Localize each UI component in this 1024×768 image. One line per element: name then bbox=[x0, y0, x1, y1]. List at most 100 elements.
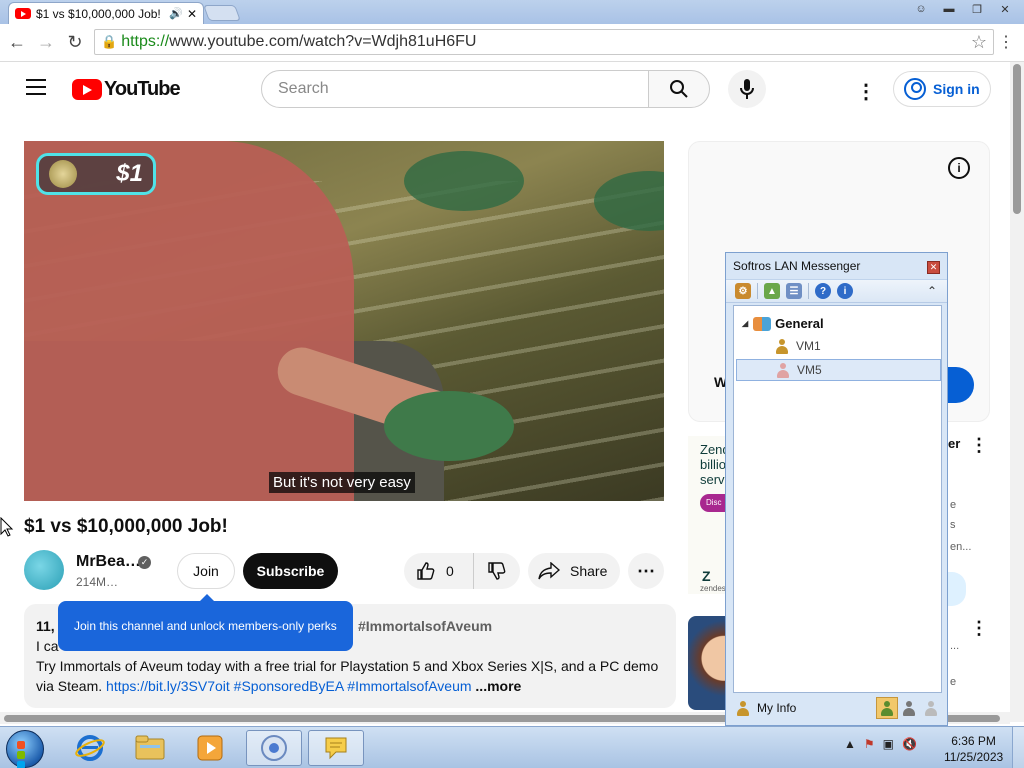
speaker-icon[interactable]: 🔊 bbox=[169, 7, 183, 20]
mouse-cursor-icon bbox=[0, 517, 14, 537]
video-player[interactable]: $1 But it's not very easy bbox=[24, 141, 664, 501]
like-count: 0 bbox=[446, 563, 454, 579]
sign-in-label: Sign in bbox=[933, 81, 980, 97]
clock-date: 11/25/2023 bbox=[944, 750, 1004, 764]
reload-button[interactable]: ↻ bbox=[64, 31, 86, 53]
sidebar-faint-text: en... bbox=[950, 541, 972, 553]
tray-expand-icon[interactable]: ▲ bbox=[844, 737, 856, 751]
settings-kebab-icon[interactable]: ⋮ bbox=[856, 79, 876, 104]
back-button[interactable]: ← bbox=[6, 31, 28, 53]
close-window-button[interactable]: ✕ bbox=[992, 0, 1018, 18]
browser-tab[interactable]: $1 vs $10,000,000 Job! 🔊 ✕ bbox=[8, 2, 204, 24]
more-actions-button[interactable]: ⋯ bbox=[628, 553, 664, 589]
my-info-button[interactable]: My Info bbox=[733, 700, 876, 716]
video-caption: But it's not very easy bbox=[269, 472, 415, 493]
video-frame-gold-pan bbox=[384, 391, 514, 461]
contact-group[interactable]: ◢ General bbox=[742, 316, 824, 331]
info-icon[interactable]: i bbox=[948, 157, 970, 179]
new-tab-button[interactable] bbox=[203, 5, 241, 21]
toolbar-divider bbox=[808, 283, 809, 299]
clock-time: 6:36 PM bbox=[951, 734, 996, 748]
status-offline-button[interactable] bbox=[920, 697, 942, 719]
sidebar-kebab-icon[interactable]: ⋮ bbox=[970, 435, 988, 456]
lan-messenger-title: Softros LAN Messenger bbox=[733, 259, 861, 273]
like-button[interactable]: 0 bbox=[404, 553, 474, 589]
chrome-menu-icon[interactable]: ⋮ bbox=[998, 32, 1014, 52]
media-player-icon[interactable] bbox=[182, 730, 238, 766]
like-dislike-group: 0 bbox=[404, 553, 520, 589]
subscribe-button[interactable]: Subscribe bbox=[243, 553, 338, 589]
settings-gear-icon[interactable]: ⚙ bbox=[735, 283, 751, 299]
lan-messenger-taskbar-icon[interactable] bbox=[308, 730, 364, 766]
network-icon[interactable]: ▣ bbox=[883, 737, 894, 751]
youtube-wordmark: YouTube bbox=[104, 78, 181, 100]
status-online-icon bbox=[881, 700, 893, 716]
action-center-flag-icon[interactable]: ⚑ bbox=[864, 737, 875, 751]
maximize-button[interactable]: ❐ bbox=[964, 0, 990, 18]
address-bar[interactable]: 🔒 https:// www.youtube.com/watch?v=Wdjh8… bbox=[94, 29, 994, 55]
status-away-button[interactable] bbox=[898, 697, 920, 719]
minimize-button[interactable]: ▬ bbox=[936, 0, 962, 18]
forward-button[interactable]: → bbox=[35, 31, 57, 53]
taskbar-clock[interactable]: 6:36 PM 11/25/2023 bbox=[944, 733, 1003, 765]
bookmark-star-icon[interactable]: ☆ bbox=[971, 32, 987, 53]
lan-close-icon[interactable]: ✕ bbox=[927, 261, 940, 274]
tab-title: $1 vs $10,000,000 Job! bbox=[36, 6, 161, 21]
start-button[interactable] bbox=[6, 730, 44, 768]
collapse-chevron-icon[interactable]: ⌃ bbox=[927, 284, 937, 298]
folder-icon[interactable]: ▲ bbox=[764, 283, 780, 299]
my-info-icon bbox=[737, 700, 749, 716]
user-icon[interactable]: ☺ bbox=[908, 0, 934, 18]
tab-close-icon[interactable]: ✕ bbox=[187, 7, 197, 21]
voice-search-button[interactable] bbox=[728, 70, 766, 108]
youtube-favicon-icon bbox=[15, 8, 31, 19]
scrollbar-thumb[interactable] bbox=[1013, 64, 1021, 214]
window-controls: ☺ ▬ ❐ ✕ bbox=[908, 0, 1018, 18]
contact-name: VM5 bbox=[797, 363, 822, 377]
status-online-button[interactable] bbox=[876, 697, 898, 719]
share-button[interactable]: Share bbox=[528, 553, 620, 589]
zendesk-logo: Z bbox=[702, 568, 711, 584]
badge-amount: $1 bbox=[116, 160, 143, 187]
internet-explorer-icon[interactable] bbox=[62, 730, 118, 766]
contact-item[interactable]: VM1 bbox=[736, 335, 941, 357]
windows-taskbar: ▲ ⚑ ▣ 🔇 6:36 PM 11/25/2023 bbox=[0, 726, 1024, 768]
video-frame-pan bbox=[404, 151, 524, 211]
my-info-label: My Info bbox=[757, 701, 797, 715]
account-icon bbox=[904, 78, 926, 100]
expand-triangle-icon[interactable]: ◢ bbox=[742, 319, 748, 328]
sidebar-kebab-icon[interactable]: ⋮ bbox=[970, 618, 988, 639]
description-line2: Try Immortals of Aveum today with a free… bbox=[36, 658, 659, 674]
history-icon[interactable]: ☰ bbox=[786, 283, 802, 299]
vertical-scrollbar[interactable] bbox=[1010, 62, 1024, 722]
description-link[interactable]: https://bit.ly/3SV7oit bbox=[106, 678, 230, 694]
show-desktop-button[interactable] bbox=[1012, 727, 1024, 768]
help-icon[interactable]: ? bbox=[815, 283, 831, 299]
join-button[interactable]: Join bbox=[177, 553, 235, 589]
dislike-button[interactable] bbox=[474, 553, 520, 589]
hashtag-sponsored[interactable]: #SponsoredByEA bbox=[234, 678, 344, 694]
description-hashtag[interactable]: #ImmortalsofAveum bbox=[358, 616, 492, 636]
youtube-header: YouTube Search ⋮ Sign in bbox=[0, 62, 1010, 118]
search-input[interactable]: Search bbox=[261, 70, 649, 108]
user-online-icon bbox=[776, 338, 788, 354]
group-users-icon bbox=[753, 316, 772, 331]
sidebar-item-title[interactable]: er bbox=[948, 436, 960, 451]
volume-muted-icon[interactable]: 🔇 bbox=[902, 737, 917, 751]
search-button[interactable] bbox=[648, 70, 710, 108]
contact-item-selected[interactable]: VM5 bbox=[736, 359, 941, 381]
sign-in-button[interactable]: Sign in bbox=[893, 71, 991, 107]
lan-messenger-titlebar[interactable]: Softros LAN Messenger ✕ bbox=[726, 253, 947, 279]
channel-name[interactable]: MrBea… bbox=[76, 553, 141, 571]
hashtag-immortals[interactable]: #ImmortalsofAveum bbox=[347, 678, 471, 694]
about-icon[interactable]: i bbox=[837, 283, 853, 299]
file-explorer-icon[interactable] bbox=[122, 730, 178, 766]
hamburger-menu-icon[interactable] bbox=[26, 79, 46, 95]
channel-avatar[interactable] bbox=[24, 550, 64, 590]
youtube-logo[interactable]: YouTube bbox=[72, 78, 181, 101]
show-more-link[interactable]: ...more bbox=[475, 678, 521, 694]
lan-footer: My Info bbox=[733, 696, 942, 720]
chrome-taskbar-icon[interactable] bbox=[246, 730, 302, 766]
microphone-icon bbox=[740, 79, 754, 99]
url-scheme: https:// bbox=[121, 33, 170, 50]
